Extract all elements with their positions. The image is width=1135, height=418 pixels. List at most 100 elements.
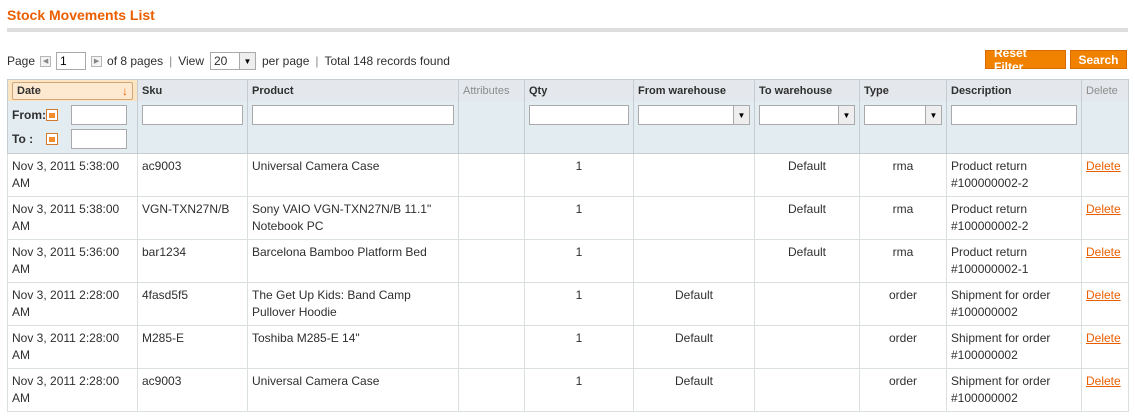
page-number-input[interactable] bbox=[56, 52, 87, 70]
column-header-type[interactable]: Type bbox=[859, 79, 947, 101]
delete-link[interactable]: Delete bbox=[1086, 288, 1121, 302]
cell-product: Universal Camera Case bbox=[247, 153, 459, 197]
delete-link[interactable]: Delete bbox=[1086, 245, 1121, 259]
cell-type: order bbox=[859, 282, 947, 326]
column-header-date[interactable]: Date ↓ bbox=[7, 79, 138, 101]
from-warehouse-filter-select[interactable]: ▼ bbox=[638, 105, 750, 125]
table-row: Nov 3, 2011 2:28:00 AM M285-E Toshiba M285… bbox=[7, 325, 1129, 369]
cell-qty: 1 bbox=[524, 153, 634, 197]
column-header-product[interactable]: Product bbox=[247, 79, 459, 101]
table-body: Nov 3, 2011 5:38:00 AM ac9003 Universal Ca… bbox=[7, 153, 1129, 412]
column-header-description[interactable]: Description bbox=[946, 79, 1082, 101]
table-row: Nov 3, 2011 2:28:00 AM ac9003 Universal Ca… bbox=[7, 368, 1129, 412]
product-filter-input[interactable] bbox=[252, 105, 454, 125]
cell-qty: 1 bbox=[524, 239, 634, 283]
column-header-attributes: Attributes bbox=[458, 79, 525, 101]
cell-sku: ac9003 bbox=[137, 153, 248, 197]
cell-qty: 1 bbox=[524, 196, 634, 240]
reset-filter-button[interactable]: Reset Filter bbox=[985, 46, 1066, 74]
pager-separator: | bbox=[315, 54, 319, 68]
cell-product: Universal Camera Case bbox=[247, 368, 459, 412]
cell-product: Toshiba M285-E 14" bbox=[247, 325, 459, 369]
chevron-down-icon: ▼ bbox=[239, 53, 255, 69]
cell-attributes bbox=[458, 282, 525, 326]
sku-filter-input[interactable] bbox=[142, 105, 243, 125]
pager: Page ◀ ▶ of 8 pages | View 20 ▼ per page… bbox=[7, 50, 450, 72]
cell-attributes bbox=[458, 325, 525, 369]
previous-page-icon[interactable]: ◀ bbox=[40, 55, 52, 67]
description-filter-input[interactable] bbox=[951, 105, 1077, 125]
table-row: Nov 3, 2011 5:36:00 AM bar1234 Barcelona B… bbox=[7, 239, 1129, 283]
per-page-select[interactable]: 20 ▼ bbox=[210, 52, 256, 70]
cell-qty: 1 bbox=[524, 282, 634, 326]
page-title: Stock Movements List bbox=[7, 7, 155, 23]
cell-delete: Delete bbox=[1081, 239, 1129, 283]
cell-to bbox=[754, 368, 860, 412]
delete-link[interactable]: Delete bbox=[1086, 331, 1121, 345]
cell-type: order bbox=[859, 368, 947, 412]
cell-from bbox=[633, 239, 755, 283]
filter-row: From: To : ▼ ▼ ▼ bbox=[7, 101, 1129, 154]
cell-description: Product return #100000002-1 bbox=[946, 239, 1082, 283]
qty-filter-input[interactable] bbox=[529, 105, 629, 125]
cell-to: Default bbox=[754, 153, 860, 197]
stock-movements-grid: Date ↓ Sku Product Attributes Qty From wa… bbox=[7, 79, 1129, 412]
table-row: Nov 3, 2011 5:38:00 AM ac9003 Universal Ca… bbox=[7, 153, 1129, 197]
table-row: Nov 3, 2011 5:38:00 AM VGN-TXN27N/B Sony V… bbox=[7, 196, 1129, 240]
per-page-value: 20 bbox=[214, 54, 228, 68]
cell-description: Shipment for order #100000002 bbox=[946, 282, 1082, 326]
to-warehouse-filter-select[interactable]: ▼ bbox=[759, 105, 855, 125]
cell-sku: ac9003 bbox=[137, 368, 248, 412]
chevron-down-icon: ▼ bbox=[733, 106, 749, 124]
header-row: Date ↓ Sku Product Attributes Qty From wa… bbox=[7, 79, 1129, 101]
cell-from bbox=[633, 196, 755, 240]
table-row: Nov 3, 2011 2:28:00 AM 4fasd5f5 The Get Up… bbox=[7, 282, 1129, 326]
date-to-label: To : bbox=[12, 132, 34, 146]
date-from-input[interactable] bbox=[71, 105, 127, 125]
cell-type: order bbox=[859, 325, 947, 369]
cell-attributes bbox=[458, 368, 525, 412]
cell-to: Default bbox=[754, 239, 860, 283]
cell-type: rma bbox=[859, 153, 947, 197]
calendar-icon[interactable] bbox=[46, 133, 58, 145]
date-to-input[interactable] bbox=[71, 129, 127, 149]
delete-link[interactable]: Delete bbox=[1086, 159, 1121, 173]
cell-date: Nov 3, 2011 5:38:00 AM bbox=[7, 153, 138, 197]
cell-from: Default bbox=[633, 368, 755, 412]
cell-product: The Get Up Kids: Band Camp Pullover Hood… bbox=[247, 282, 459, 326]
cell-from: Default bbox=[633, 325, 755, 369]
date-from-label: From: bbox=[12, 108, 46, 122]
page-count: of 8 pages bbox=[107, 54, 164, 68]
delete-link[interactable]: Delete bbox=[1086, 202, 1121, 216]
cell-product: Sony VAIO VGN-TXN27N/B 11.1" Notebook PC bbox=[247, 196, 459, 240]
column-header-delete: Delete bbox=[1081, 79, 1129, 101]
cell-delete: Delete bbox=[1081, 282, 1129, 326]
cell-delete: Delete bbox=[1081, 325, 1129, 369]
pager-separator: | bbox=[169, 54, 173, 68]
column-header-qty[interactable]: Qty bbox=[524, 79, 634, 101]
cell-description: Shipment for order #100000002 bbox=[946, 325, 1082, 369]
cell-attributes bbox=[458, 239, 525, 283]
column-header-sku[interactable]: Sku bbox=[137, 79, 248, 101]
title-divider bbox=[7, 28, 1128, 32]
cell-to: Default bbox=[754, 196, 860, 240]
cell-type: rma bbox=[859, 239, 947, 283]
search-button[interactable]: Search bbox=[1070, 50, 1127, 69]
next-page-icon[interactable]: ▶ bbox=[91, 55, 103, 67]
delete-link[interactable]: Delete bbox=[1086, 374, 1121, 388]
type-filter-select[interactable]: ▼ bbox=[864, 105, 942, 125]
cell-description: Product return #100000002-2 bbox=[946, 153, 1082, 197]
view-label: View bbox=[178, 54, 204, 68]
cell-from bbox=[633, 153, 755, 197]
column-header-from-warehouse[interactable]: From warehouse bbox=[633, 79, 755, 101]
calendar-icon[interactable] bbox=[46, 109, 58, 121]
column-header-to-warehouse[interactable]: To warehouse bbox=[754, 79, 860, 101]
cell-from: Default bbox=[633, 282, 755, 326]
cell-sku: bar1234 bbox=[137, 239, 248, 283]
cell-qty: 1 bbox=[524, 325, 634, 369]
cell-date: Nov 3, 2011 5:38:00 AM bbox=[7, 196, 138, 240]
cell-date: Nov 3, 2011 2:28:00 AM bbox=[7, 368, 138, 412]
cell-date: Nov 3, 2011 5:36:00 AM bbox=[7, 239, 138, 283]
chevron-down-icon: ▼ bbox=[838, 106, 854, 124]
cell-sku: VGN-TXN27N/B bbox=[137, 196, 248, 240]
